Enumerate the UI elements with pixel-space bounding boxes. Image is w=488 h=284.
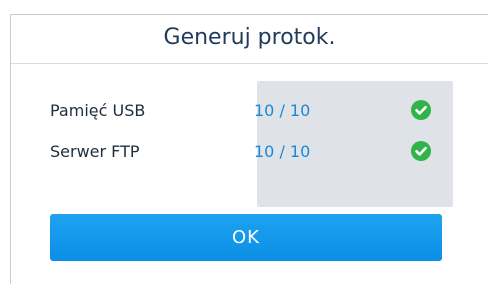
usb-memory-value: 10 / 10 (254, 101, 311, 120)
usb-memory-label: Pamięć USB (50, 101, 146, 120)
ok-button[interactable]: OK (50, 214, 442, 261)
ftp-server-label: Serwer FTP (50, 142, 140, 161)
check-circle-icon (411, 100, 431, 120)
dialog-title: Generuj protok. (11, 15, 488, 64)
check-circle-icon (411, 141, 431, 161)
ftp-server-value: 10 / 10 (254, 142, 311, 161)
